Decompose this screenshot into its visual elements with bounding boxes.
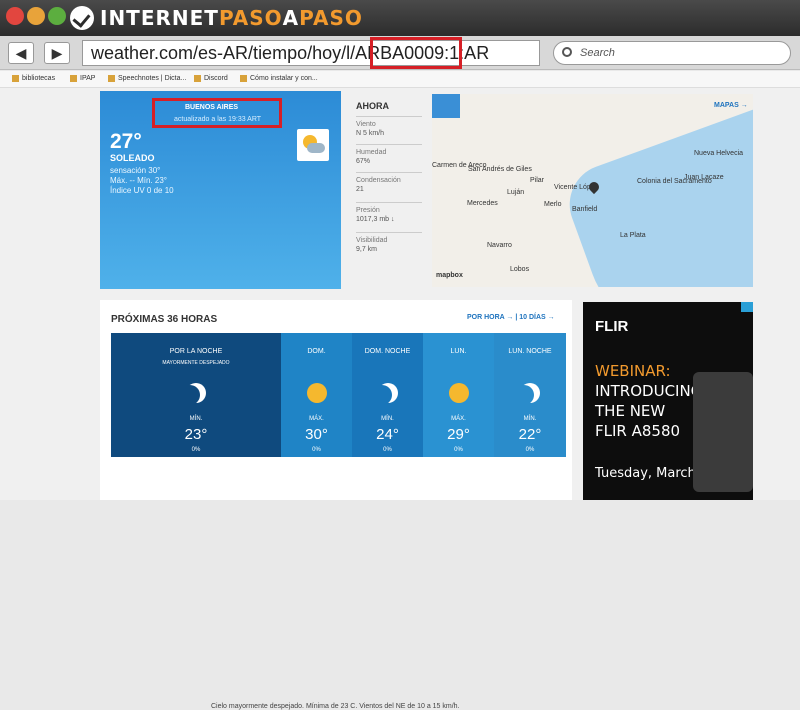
bookmark-item[interactable]: bibliotecas bbox=[12, 75, 55, 82]
forecast-card[interactable]: DOM. NOCHE MÍN. 24° 0% bbox=[352, 333, 423, 457]
ad-webinar: WEBINAR: bbox=[595, 362, 671, 380]
bookmark-item[interactable]: Speechnotes | Dicta... bbox=[108, 75, 186, 82]
period-temp: 23° bbox=[184, 426, 208, 443]
period-label: LUN. bbox=[450, 348, 467, 355]
ad-choices-icon[interactable] bbox=[741, 302, 753, 312]
period-label: POR LA NOCHE bbox=[169, 348, 223, 355]
mapbox-attribution[interactable]: mapbox bbox=[436, 272, 463, 279]
site-logo: INTERNETPASOAPASO bbox=[70, 5, 363, 31]
forecast-cards: POR LA NOCHE MAYORMENTE DESPEJADO MÍN. 23° 0… bbox=[111, 333, 566, 457]
bookmark-icon bbox=[70, 75, 77, 82]
window-titlebar: INTERNETPASOAPASO bbox=[0, 0, 800, 36]
map-place: Banfield bbox=[572, 206, 598, 213]
ad-line: INTRODUCING bbox=[595, 382, 703, 400]
forecast-card[interactable]: DOM. MÁX. 30° 0% bbox=[281, 333, 352, 457]
bookmark-item[interactable]: Discord bbox=[194, 75, 228, 82]
map-place: Navarro bbox=[487, 242, 512, 249]
period-kind: MÁX. bbox=[451, 416, 466, 422]
discord-icon bbox=[194, 75, 201, 82]
moon-icon bbox=[378, 383, 398, 403]
map-place: Carmen de Areco bbox=[432, 162, 487, 169]
forecast-links[interactable]: POR HORA → | 10 DÍAS → bbox=[467, 314, 555, 321]
period-precip: 0% bbox=[191, 447, 201, 453]
max-min: Máx. -- Mín. 23° bbox=[110, 176, 167, 185]
period-label: DOM. bbox=[307, 348, 326, 355]
forecast-footnote: Cielo mayormente despejado. Mínima de 23… bbox=[211, 703, 460, 710]
maximize-window-button[interactable] bbox=[48, 7, 66, 25]
map-place: Nueva Helvecia bbox=[694, 150, 744, 157]
city-highlight-box bbox=[152, 98, 282, 128]
logo-text: INTERNETPASOAPASO bbox=[100, 6, 363, 30]
current-temp: 27° bbox=[110, 130, 142, 153]
stat-wind: Viento N 5 km/h bbox=[356, 116, 422, 138]
weather-page: BUENOS AIRES actualizado a las 19:33 ART… bbox=[0, 88, 800, 710]
period-kind: MÍN. bbox=[381, 416, 394, 422]
maps-link[interactable]: MAPAS → bbox=[714, 102, 748, 109]
map-place: Lobos bbox=[510, 266, 530, 273]
moon-icon bbox=[186, 383, 206, 403]
period-kind: MÍN. bbox=[189, 416, 203, 422]
search-placeholder: Search bbox=[580, 47, 615, 59]
ad-line: FLIR A8580 bbox=[595, 422, 681, 440]
bookmark-item[interactable]: Cómo instalar y con... bbox=[240, 75, 318, 82]
moon-icon bbox=[520, 383, 540, 403]
river-water bbox=[558, 98, 753, 287]
bookmarks-bar: bibliotecas IPAP Speechnotes | Dicta... … bbox=[0, 71, 800, 88]
partly-cloudy-icon bbox=[297, 129, 329, 161]
close-window-button[interactable] bbox=[6, 7, 24, 25]
bookmark-icon bbox=[240, 75, 247, 82]
url-highlight-box bbox=[370, 37, 462, 69]
minimize-window-button[interactable] bbox=[27, 7, 45, 25]
address-bar[interactable]: weather.com/es-AR/tiempo/hoy/l/ARBA0009:… bbox=[82, 40, 540, 66]
sun-icon bbox=[448, 383, 469, 403]
stat-dewpoint: Condensación 21 bbox=[356, 172, 422, 194]
ad-brand: FLIR bbox=[595, 318, 629, 335]
flir-ad[interactable]: FLIR WEBINAR: INTRODUCING THE NEW FLIR A… bbox=[583, 302, 753, 500]
camera-image bbox=[693, 372, 753, 492]
period-sub: MAYORMENTE DESPEJADO bbox=[162, 360, 230, 366]
period-kind: MÁX. bbox=[309, 416, 324, 422]
period-temp: 22° bbox=[518, 426, 542, 443]
map-place: Luján bbox=[507, 189, 525, 196]
stat-humidity: Humedad 67% bbox=[356, 144, 422, 166]
back-button[interactable]: ◀ bbox=[8, 42, 34, 64]
search-icon bbox=[562, 47, 572, 57]
uv-index: Índice UV 0 de 10 bbox=[110, 186, 174, 195]
map-place: Mercedes bbox=[467, 200, 498, 207]
map-place: Merlo bbox=[544, 201, 562, 208]
forecast-card[interactable]: POR LA NOCHE MAYORMENTE DESPEJADO MÍN. 23° 0… bbox=[111, 333, 281, 457]
folder-icon bbox=[12, 75, 19, 82]
period-temp: 24° bbox=[376, 426, 399, 443]
ad-line: THE NEW bbox=[595, 402, 666, 420]
period-temp: 30° bbox=[305, 426, 328, 443]
map-place: La Plata bbox=[620, 232, 646, 239]
forecast-title: PRÓXIMAS 36 HORAS bbox=[111, 314, 218, 325]
period-precip: 0% bbox=[383, 447, 392, 453]
search-box[interactable]: Search bbox=[553, 41, 791, 65]
logo-check-icon bbox=[70, 6, 94, 30]
bookmark-item[interactable]: IPAP bbox=[70, 75, 95, 82]
now-heading: AHORA bbox=[356, 101, 389, 111]
period-kind: MÍN. bbox=[523, 416, 537, 422]
period-label: LUN. NOCHE bbox=[508, 348, 552, 355]
period-temp: 29° bbox=[447, 426, 470, 443]
period-label: DOM. NOCHE bbox=[364, 348, 411, 355]
period-precip: 0% bbox=[312, 447, 321, 453]
period-precip: 0% bbox=[454, 447, 463, 453]
stat-visibility: Visibilidad 9,7 km bbox=[356, 232, 422, 254]
map-place: Juan Lacaze bbox=[684, 174, 724, 181]
feels-like: sensación 30° bbox=[110, 166, 161, 175]
forecast-card[interactable]: LUN. MÁX. 29° 0% bbox=[423, 333, 494, 457]
forecast-panel: PRÓXIMAS 36 HORAS POR HORA → | 10 DÍAS →… bbox=[100, 300, 572, 710]
forward-button[interactable]: ▶ bbox=[44, 42, 70, 64]
forecast-card[interactable]: LUN. NOCHE MÍN. 22° 0% bbox=[494, 333, 566, 457]
sun-icon bbox=[306, 383, 327, 403]
radar-map[interactable]: MAPAS → Nueva Helvecia Colonia del Sacra… bbox=[432, 94, 753, 287]
stat-pressure: Presión 1017,3 mb ↓ bbox=[356, 202, 422, 224]
bookmark-icon bbox=[108, 75, 115, 82]
condition-text: SOLEADO bbox=[110, 153, 155, 163]
period-precip: 0% bbox=[525, 447, 535, 453]
umbrella-icon bbox=[432, 94, 460, 118]
map-place: Pilar bbox=[530, 177, 545, 184]
